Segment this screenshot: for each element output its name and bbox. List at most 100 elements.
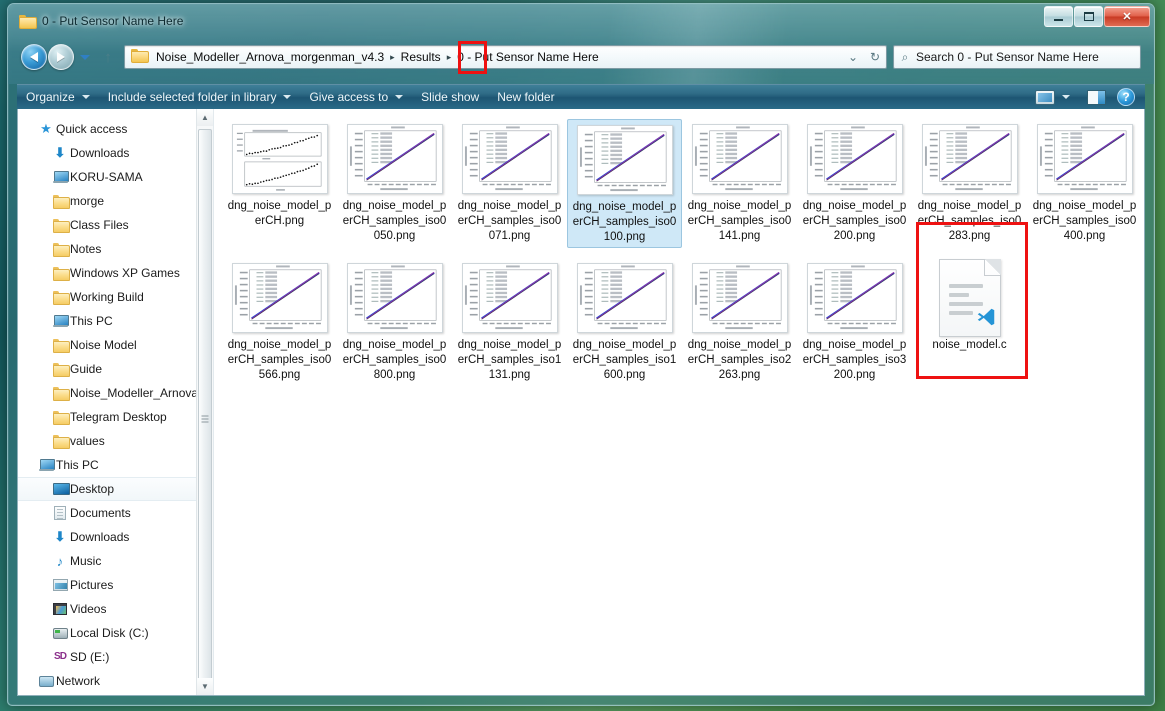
file-item[interactable]: noise_model.c [912,258,1027,385]
file-list-pane[interactable]: dng_noise_model_perCH.png dng_noise_model… [214,109,1144,695]
sidebar-item-windows-xp-games[interactable]: Windows XP Games⚲ [18,261,213,285]
sidebar-item-network[interactable]: Network [18,669,213,693]
documents-icon [50,506,70,520]
sidebar-scrollbar[interactable]: ▲ ▼ [196,109,213,695]
view-layout-icon[interactable] [1035,90,1055,105]
search-box[interactable]: ⌕ Search 0 - Put Sensor Name Here [893,45,1141,69]
preview-pane-icon[interactable] [1087,90,1106,105]
sidebar-item-label: Telegram Desktop [70,410,167,424]
sidebar-item-this-pc[interactable]: This PC⚲ [18,309,213,333]
image-thumbnail [1036,123,1134,195]
command-include-in-library-label: Include selected folder in library [108,90,277,104]
sidebar-item-class-files[interactable]: Class Files⚲ [18,213,213,237]
view-chevron-down-icon[interactable] [1062,95,1070,99]
sidebar-item-label: Videos [70,602,106,616]
file-item[interactable]: dng_noise_model_perCH_samples_iso0566.pn… [222,258,337,385]
folder-icon [50,339,70,351]
sidebar-item-guide[interactable]: Guide [18,357,213,381]
sidebar-item-koru-sama[interactable]: KORU-SAMA⚲ [18,165,213,189]
sidebar-item-downloads[interactable]: ⬇Downloads⚲ [18,141,213,165]
recent-locations-icon[interactable] [78,50,92,64]
sidebar-item-pictures[interactable]: Pictures [18,573,213,597]
sidebar-item-downloads[interactable]: ⬇ Downloads [18,525,213,549]
image-thumbnail [691,123,789,195]
music-icon: ♪ [50,554,70,569]
sidebar-item-label: Downloads [70,530,129,544]
file-item[interactable]: dng_noise_model_perCH_samples_iso0800.pn… [337,258,452,385]
sidebar-item-desktop[interactable]: Desktop [18,477,213,501]
line-plot-thumb [692,124,788,194]
sidebar-item-noise-modeller-arnova[interactable]: Noise_Modeller_Arnova_ [18,381,213,405]
sidebar-item-notes[interactable]: Notes⚲ [18,237,213,261]
minimize-button[interactable] [1044,6,1073,27]
back-button[interactable] [21,44,47,70]
image-thumbnail [576,262,674,334]
sidebar-item-noise-model[interactable]: Noise Model⚲ [18,333,213,357]
address-dropdown-icon[interactable]: ⌄ [842,46,864,68]
command-include-in-library[interactable]: Include selected folder in library [99,85,301,110]
file-item[interactable]: dng_noise_model_perCH_samples_iso0200.pn… [797,119,912,248]
window-controls: ✕ [1043,6,1150,27]
sidebar-item-label: Pictures [70,578,113,592]
folder-icon [50,363,70,375]
command-bar-right: ? [1030,88,1145,106]
file-item[interactable]: dng_noise_model_perCH_samples_iso0100.pn… [567,119,682,248]
scroll-down-button[interactable]: ▼ [197,678,213,695]
sidebar-item-working-build[interactable]: Working Build⚲ [18,285,213,309]
disk-icon [50,628,70,639]
line-plot-thumb [347,263,443,333]
file-name-label: dng_noise_model_perCH_samples_iso0566.pn… [226,338,334,383]
file-item[interactable]: dng_noise_model_perCH_samples_iso3200.pn… [797,258,912,385]
sidebar-item-this-pc[interactable]: This PC [18,453,213,477]
sidebar-item-quick-access[interactable]: ★ Quick access [18,117,213,141]
sidebar-item-morge[interactable]: morge⚲ [18,189,213,213]
sidebar-item-label: SD (E:) [70,650,109,664]
scroll-up-button[interactable]: ▲ [197,109,213,126]
file-item[interactable]: dng_noise_model_perCH_samples_iso2263.pn… [682,258,797,385]
sidebar-item-label: Local Disk (C:) [70,626,149,640]
help-icon[interactable]: ? [1117,88,1135,106]
file-item[interactable]: dng_noise_model_perCH_samples_iso0071.pn… [452,119,567,248]
sidebar-item-local-disk-c[interactable]: Local Disk (C:) [18,621,213,645]
file-item[interactable]: dng_noise_model_perCH_samples_iso0050.pn… [337,119,452,248]
command-give-access-to-label: Give access to [309,90,388,104]
refresh-icon[interactable]: ↻ [864,46,886,68]
breadcrumb-root[interactable]: Noise_Modeller_Arnova_morgenman_v4.3 [153,50,387,64]
file-name-label: dng_noise_model_perCH_samples_iso1600.pn… [571,338,679,383]
close-button[interactable]: ✕ [1104,6,1150,27]
sidebar-item-label: Desktop [70,482,114,496]
sidebar-item-values[interactable]: values [18,429,213,453]
command-give-access-to[interactable]: Give access to [300,85,412,110]
breadcrumb-current[interactable]: 0 - Put Sensor Name Here [454,50,598,64]
title-bar[interactable]: 0 - Put Sensor Name Here ✕ [8,4,1154,37]
command-slide-show[interactable]: Slide show [412,85,488,110]
sidebar-item-label: Network [56,674,100,688]
address-bar[interactable]: Noise_Modeller_Arnova_morgenman_v4.3 ▸ R… [124,45,887,69]
file-item[interactable]: dng_noise_model_perCH.png [222,119,337,248]
sidebar-item-music[interactable]: ♪ Music [18,549,213,573]
command-new-folder[interactable]: New folder [488,85,563,110]
scrollbar-thumb[interactable] [198,129,212,695]
sidebar-item-label: values [70,434,105,448]
file-name-label: dng_noise_model_perCH_samples_iso3200.pn… [801,338,909,383]
breadcrumb-results[interactable]: Results [398,50,444,64]
chevron-down-icon [283,95,291,99]
maximize-button[interactable] [1074,6,1103,27]
image-thumbnail [461,262,559,334]
sidebar-item-documents[interactable]: Documents [18,501,213,525]
breadcrumb-separator-2[interactable]: ▸ [447,52,452,63]
sidebar-item-videos[interactable]: Videos [18,597,213,621]
line-plot-thumb [462,124,558,194]
file-item[interactable]: dng_noise_model_perCH_samples_iso0400.pn… [1027,119,1142,248]
sidebar-item-telegram-desktop[interactable]: Telegram Desktop [18,405,213,429]
up-button[interactable]: ↑ [98,46,118,68]
file-item[interactable]: dng_noise_model_perCH_samples_iso0283.pn… [912,119,1027,248]
forward-button[interactable] [48,44,74,70]
sidebar-item-label: Downloads [70,146,129,160]
sidebar-item-sd-e[interactable]: SD SD (E:) [18,645,213,669]
file-item[interactable]: dng_noise_model_perCH_samples_iso1600.pn… [567,258,682,385]
file-item[interactable]: dng_noise_model_perCH_samples_iso1131.pn… [452,258,567,385]
command-organize[interactable]: Organize [17,85,99,110]
breadcrumb-separator-1[interactable]: ▸ [390,52,395,63]
file-item[interactable]: dng_noise_model_perCH_samples_iso0141.pn… [682,119,797,248]
